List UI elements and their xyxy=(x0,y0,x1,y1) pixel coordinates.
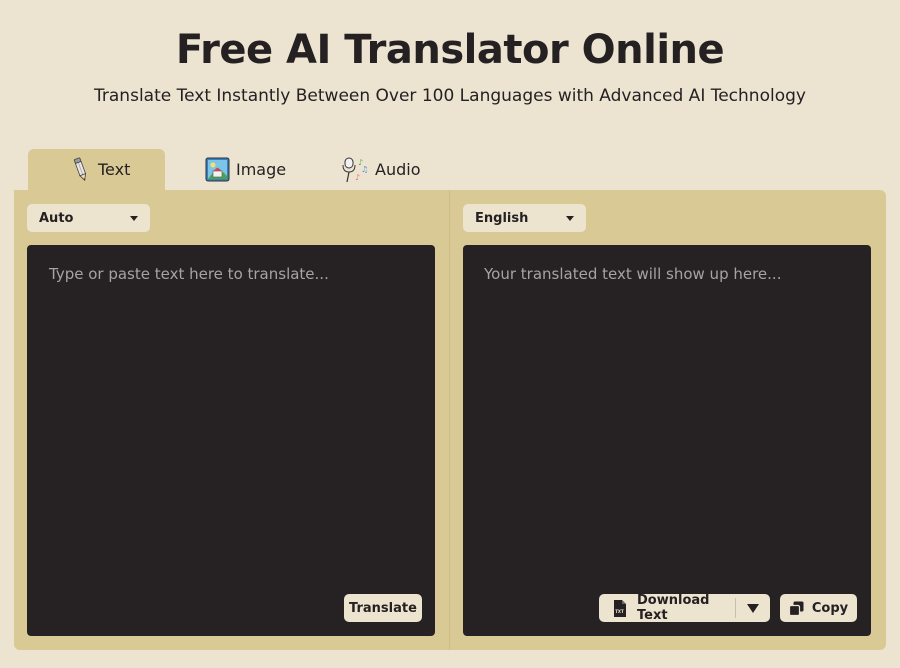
tab-image[interactable]: Image xyxy=(165,149,315,190)
image-icon xyxy=(205,157,230,182)
copy-label: Copy xyxy=(811,600,849,616)
tab-audio[interactable]: ♪ ♫ ♪ Audio xyxy=(315,149,455,190)
copy-icon xyxy=(788,601,804,616)
page-title: Free AI Translator Online xyxy=(175,27,725,73)
target-language-select[interactable]: English xyxy=(463,204,586,232)
caret-down-icon xyxy=(747,603,759,613)
page-subtitle: Translate Text Instantly Between Over 10… xyxy=(94,86,806,106)
tab-text[interactable]: Text xyxy=(28,149,165,190)
download-options-toggle[interactable] xyxy=(736,594,770,622)
translated-text-output: Your translated text will show up here..… xyxy=(484,265,782,283)
pencil-icon xyxy=(70,157,92,183)
tab-image-label: Image xyxy=(236,160,287,179)
tab-audio-label: Audio xyxy=(375,160,421,179)
chevron-down-icon xyxy=(566,215,574,221)
tab-text-label: Text xyxy=(98,160,131,179)
svg-text:♪: ♪ xyxy=(355,173,360,182)
txt-file-icon: TXT xyxy=(613,599,627,617)
source-language-value: Auto xyxy=(39,210,74,226)
translator-panel: Auto English Translate Your translated t… xyxy=(14,190,886,650)
svg-text:TXT: TXT xyxy=(615,609,624,614)
download-button-group: TXT Download Text xyxy=(599,593,770,623)
translated-text-area: Your translated text will show up here..… xyxy=(463,245,871,636)
chevron-down-icon xyxy=(130,215,138,221)
panel-divider xyxy=(449,190,450,650)
copy-button[interactable]: Copy xyxy=(780,594,857,622)
mode-tabs: Text Image ♪ ♫ ♪ Audio xyxy=(28,149,455,190)
source-text-area: Translate xyxy=(27,245,435,636)
translate-button[interactable]: Translate xyxy=(344,594,422,622)
source-text-input[interactable] xyxy=(27,245,435,636)
download-text-button[interactable]: TXT Download Text xyxy=(599,593,735,623)
target-language-value: English xyxy=(475,210,529,226)
source-language-select[interactable]: Auto xyxy=(27,204,150,232)
audio-icon: ♪ ♫ ♪ xyxy=(341,156,369,184)
download-text-label: Download Text xyxy=(637,593,710,623)
svg-text:♫: ♫ xyxy=(361,165,368,174)
